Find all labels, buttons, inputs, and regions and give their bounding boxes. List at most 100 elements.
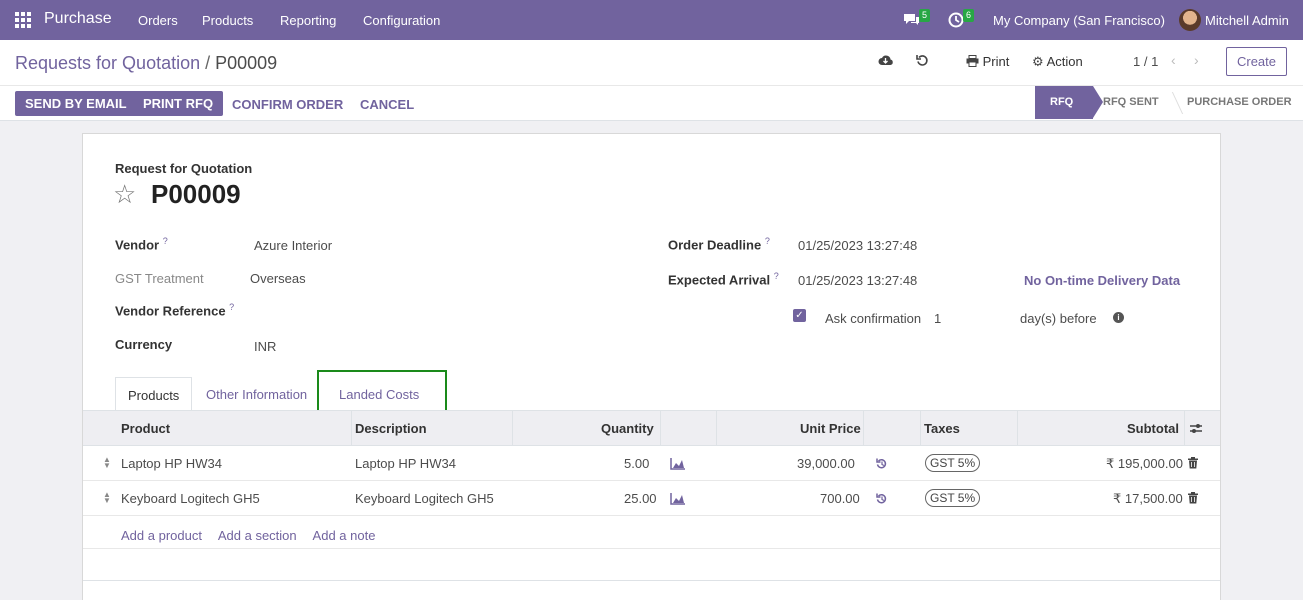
print-menu[interactable]: Print xyxy=(966,54,1009,69)
drag-handle-icon[interactable]: ▲ ▼ xyxy=(103,456,111,470)
column-header-product[interactable]: Product xyxy=(121,421,170,436)
ask-confirmation-checkbox[interactable]: ✓ xyxy=(793,309,806,322)
quantity-cell[interactable]: 5.00 xyxy=(624,456,649,471)
forecast-chart-icon[interactable] xyxy=(670,458,685,473)
vendor-field[interactable]: Azure Interior xyxy=(254,238,332,253)
expected-arrival-field[interactable]: 01/25/2023 13:27:48 xyxy=(798,273,917,288)
status-rfq-sent[interactable]: RFQ SENT xyxy=(1103,86,1159,119)
add-line-links: Add a product Add a section Add a note xyxy=(121,528,388,543)
menu-reporting[interactable]: Reporting xyxy=(280,13,336,28)
expected-arrival-label: Expected Arrival ? xyxy=(668,271,779,288)
action-label[interactable]: Action xyxy=(1047,54,1083,69)
on-time-delivery-link[interactable]: No On-time Delivery Data xyxy=(1024,273,1180,288)
user-avatar[interactable] xyxy=(1179,9,1201,31)
landed-costs-highlight-box xyxy=(317,370,447,413)
description-cell[interactable]: Laptop HP HW34 xyxy=(355,456,456,471)
add-note-link[interactable]: Add a note xyxy=(313,528,376,543)
save-cloud-icon[interactable] xyxy=(878,54,893,70)
breadcrumb: Requests for Quotation / P00009 xyxy=(15,53,277,74)
order-deadline-field[interactable]: 01/25/2023 13:27:48 xyxy=(798,238,917,253)
status-purchase-order[interactable]: PURCHASE ORDER xyxy=(1187,86,1292,119)
subtotal-cell: ₹ 17,500.00 xyxy=(1113,491,1183,506)
menu-orders[interactable]: Orders xyxy=(138,13,178,28)
print-rfq-button[interactable]: PRINT RFQ xyxy=(133,91,224,116)
app-name[interactable]: Purchase xyxy=(44,10,112,28)
table-row[interactable]: ▲ ▼ Keyboard Logitech GH5 Keyboard Logite… xyxy=(83,481,1220,516)
column-divider xyxy=(660,411,661,446)
pager-next-icon[interactable]: › xyxy=(1194,52,1199,68)
vendor-label: Vendor ? xyxy=(115,236,168,253)
control-panel: Requests for Quotation / P00009 Print ⚙ Ac… xyxy=(0,40,1303,121)
priority-star-icon[interactable]: ☆ xyxy=(113,179,136,210)
column-divider xyxy=(351,411,352,446)
record-name: P00009 xyxy=(151,179,241,209)
tax-badge[interactable]: GST 5% xyxy=(925,454,981,472)
help-mark[interactable]: ? xyxy=(774,271,779,281)
menu-configuration[interactable]: Configuration xyxy=(363,13,440,28)
delete-row-trash-icon[interactable] xyxy=(1188,492,1198,507)
currency-field[interactable]: INR xyxy=(254,339,276,354)
tab-products[interactable]: Products xyxy=(115,377,193,414)
product-cell[interactable]: Keyboard Logitech GH5 xyxy=(121,491,260,506)
gst-treatment-field[interactable]: Overseas xyxy=(250,271,306,286)
footer-divider xyxy=(83,580,1220,581)
price-history-icon[interactable] xyxy=(876,493,888,508)
activities-badge: 6 xyxy=(963,9,975,22)
cancel-button[interactable]: CANCEL xyxy=(360,97,414,112)
create-button[interactable]: Create xyxy=(1226,47,1287,76)
action-menu[interactable]: ⚙ Action xyxy=(1032,54,1083,70)
print-label[interactable]: Print xyxy=(983,54,1010,69)
status-rfq[interactable]: RFQ xyxy=(1035,86,1103,119)
send-by-email-button[interactable]: SEND BY EMAIL xyxy=(15,91,137,116)
table-bottom-divider xyxy=(83,548,1220,549)
ask-confirmation-days-field[interactable]: 1 xyxy=(934,311,941,326)
form-sheet: Request for Quotation ☆ P00009 Vendor ? … xyxy=(82,133,1221,600)
currency-label: Currency xyxy=(115,337,173,352)
product-cell[interactable]: Laptop HP HW34 xyxy=(121,456,222,471)
delete-row-trash-icon[interactable] xyxy=(1188,457,1198,472)
apps-menu-icon[interactable] xyxy=(15,12,31,28)
optional-columns-toggle-icon[interactable] xyxy=(1189,422,1203,438)
table-row[interactable]: ▲ ▼ Laptop HP HW34 Laptop HP HW34 5.00 39… xyxy=(83,446,1220,481)
column-header-subtotal[interactable]: Subtotal xyxy=(1127,421,1179,436)
pager-previous-icon[interactable]: ‹ xyxy=(1171,52,1176,68)
user-menu[interactable]: Mitchell Admin xyxy=(1205,13,1289,28)
status-divider xyxy=(1160,92,1184,114)
help-mark[interactable]: ? xyxy=(229,302,234,312)
unit-price-cell[interactable]: 39,000.00 xyxy=(797,456,855,471)
top-navbar: Purchase Orders Products Reporting Confi… xyxy=(0,0,1303,40)
days-before-label: day(s) before xyxy=(1020,311,1097,326)
unit-price-cell[interactable]: 700.00 xyxy=(820,491,860,506)
column-header-quantity[interactable]: Quantity xyxy=(601,421,654,436)
messages-icon[interactable] xyxy=(903,12,920,30)
confirm-order-button[interactable]: CONFIRM ORDER xyxy=(232,97,343,112)
column-header-unit-price[interactable]: Unit Price xyxy=(800,421,861,436)
add-product-link[interactable]: Add a product xyxy=(121,528,202,543)
description-cell[interactable]: Keyboard Logitech GH5 xyxy=(355,491,494,506)
company-switcher[interactable]: My Company (San Francisco) xyxy=(993,13,1165,28)
column-header-description[interactable]: Description xyxy=(355,421,427,436)
ask-confirmation-label: Ask confirmation xyxy=(825,311,922,326)
column-divider xyxy=(1017,411,1018,446)
quantity-cell[interactable]: 25.00 xyxy=(624,491,657,506)
drag-handle-icon[interactable]: ▲ ▼ xyxy=(103,491,111,505)
help-mark[interactable]: ? xyxy=(163,236,168,246)
column-header-taxes[interactable]: Taxes xyxy=(924,421,960,436)
help-mark[interactable]: ? xyxy=(765,236,770,246)
info-icon[interactable]: i xyxy=(1113,312,1124,323)
price-history-icon[interactable] xyxy=(876,458,888,473)
forecast-chart-icon[interactable] xyxy=(670,493,685,508)
pager-value[interactable]: 1 / 1 xyxy=(1133,54,1158,69)
column-divider xyxy=(863,411,864,446)
tab-other-information[interactable]: Other Information xyxy=(194,377,319,414)
column-divider xyxy=(716,411,717,446)
menu-products[interactable]: Products xyxy=(202,13,253,28)
action-bar: SEND BY EMAIL PRINT RFQ CONFIRM ORDER CA… xyxy=(0,85,1303,121)
breadcrumb-parent[interactable]: Requests for Quotation xyxy=(15,53,200,73)
discard-undo-icon[interactable] xyxy=(916,54,929,70)
tax-badge[interactable]: GST 5% xyxy=(925,489,981,507)
activities-clock-icon[interactable] xyxy=(948,12,964,31)
gst-treatment-label: GST Treatment xyxy=(115,271,204,286)
column-divider xyxy=(920,411,921,446)
add-section-link[interactable]: Add a section xyxy=(218,528,297,543)
